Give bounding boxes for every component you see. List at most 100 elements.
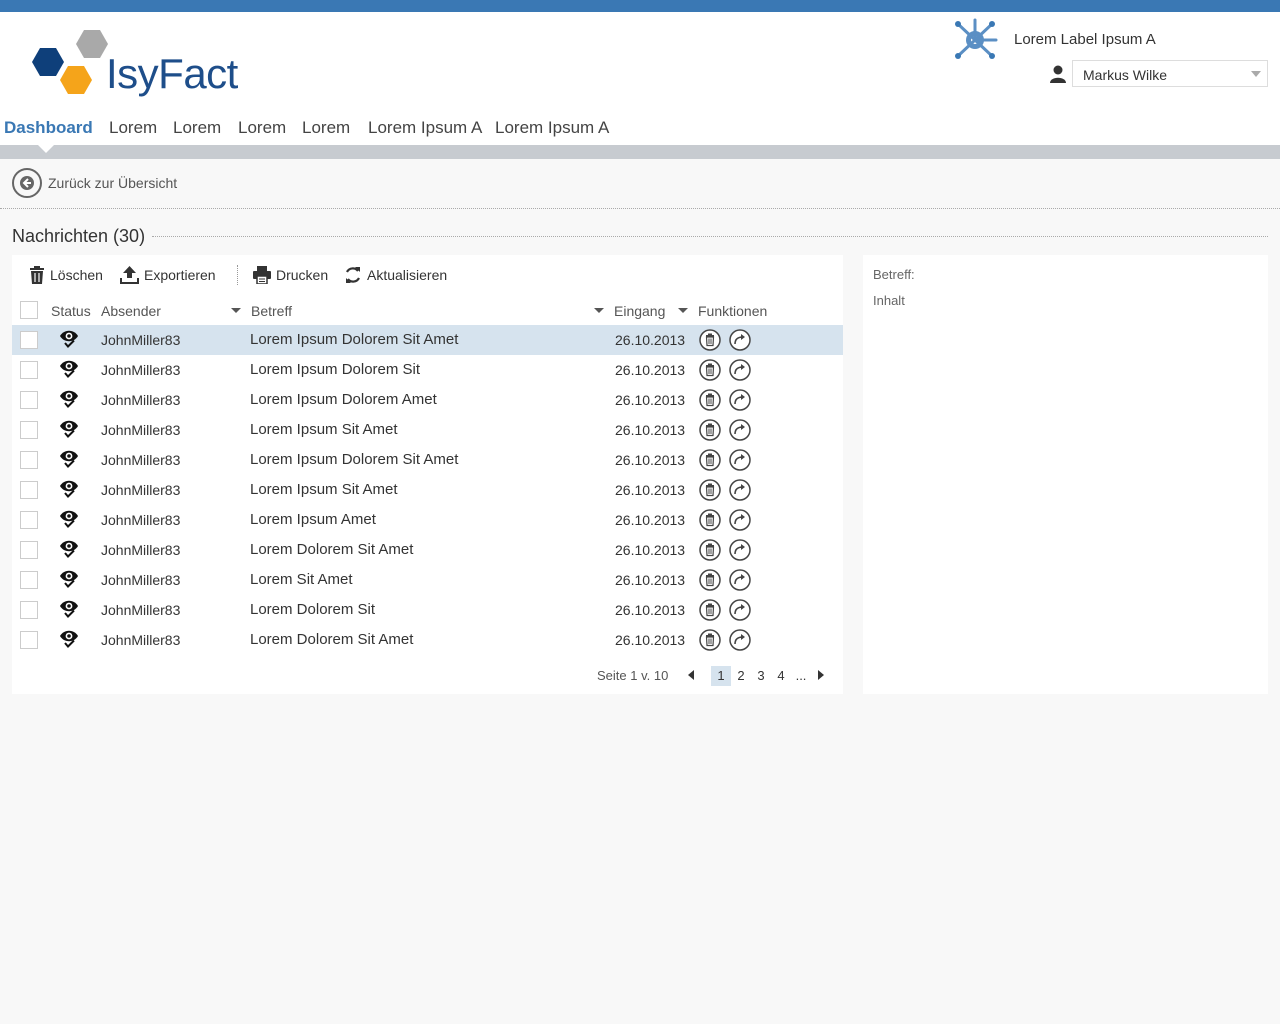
delete-row-icon[interactable] xyxy=(699,629,721,651)
delete-row-icon[interactable] xyxy=(699,419,721,441)
row-sender: JohnMiller83 xyxy=(101,332,181,348)
detail-content-label: Inhalt xyxy=(873,293,905,308)
table-row[interactable]: JohnMiller83 Lorem Dolorem Sit Amet 26.10.… xyxy=(12,625,843,655)
row-sender: JohnMiller83 xyxy=(101,422,181,438)
back-link[interactable]: Zurück zur Übersicht xyxy=(12,168,177,198)
forward-row-icon[interactable] xyxy=(729,449,751,471)
forward-row-icon[interactable] xyxy=(729,599,751,621)
message-detail-panel: Betreff: Inhalt xyxy=(863,255,1268,694)
table-row[interactable]: JohnMiller83 Lorem Dolorem Sit 26.10.2013 xyxy=(12,595,843,625)
table-row[interactable]: JohnMiller83 Lorem Ipsum Dolorem Sit 26.10… xyxy=(12,355,843,385)
table-row[interactable]: JohnMiller83 Lorem Ipsum Amet 26.10.2013 xyxy=(12,505,843,535)
nav-item-lorem-2[interactable]: Lorem xyxy=(173,118,221,138)
app-logo-icon xyxy=(955,18,998,59)
row-subject: Lorem Dolorem Sit Amet xyxy=(250,631,414,648)
row-subject: Lorem Dolorem Sit xyxy=(250,601,376,618)
pager-prev-icon[interactable] xyxy=(687,670,695,680)
forward-row-icon[interactable] xyxy=(729,569,751,591)
export-button[interactable]: Exportieren xyxy=(120,263,216,287)
forward-row-icon[interactable] xyxy=(729,539,751,561)
column-header-subject[interactable]: Betreff xyxy=(251,303,292,319)
chevron-down-icon xyxy=(1251,71,1261,77)
select-all-checkbox[interactable] xyxy=(20,301,38,319)
pager-page-4[interactable]: 4 xyxy=(771,666,791,686)
nav-item-lorem-ipsum-2[interactable]: Lorem Ipsum A xyxy=(495,118,609,138)
read-status-icon xyxy=(59,630,79,651)
nav-item-lorem-4[interactable]: Lorem xyxy=(302,118,350,138)
row-subject: Lorem Sit Amet xyxy=(250,571,353,588)
pager-next-icon[interactable] xyxy=(817,670,825,680)
user-icon xyxy=(1050,65,1066,83)
nav-active-pointer xyxy=(38,145,54,153)
refresh-button[interactable]: Aktualisieren xyxy=(344,263,447,287)
forward-row-icon[interactable] xyxy=(729,389,751,411)
read-status-icon xyxy=(59,510,79,531)
delete-row-icon[interactable] xyxy=(699,479,721,501)
delete-row-icon[interactable] xyxy=(699,509,721,531)
row-checkbox[interactable] xyxy=(20,451,38,469)
table-row[interactable]: JohnMiller83 Lorem Dolorem Sit Amet 26.10.… xyxy=(12,535,843,565)
row-date: 26.10.2013 xyxy=(615,632,686,648)
message-list-panel: Löschen Exportieren Drucken Aktualisiere… xyxy=(12,255,843,694)
row-subject: Lorem Ipsum Sit Amet xyxy=(250,481,398,498)
nav-item-lorem-1[interactable]: Lorem xyxy=(109,118,157,138)
forward-row-icon[interactable] xyxy=(729,359,751,381)
pager-ellipsis: ... xyxy=(795,668,807,683)
delete-button[interactable]: Löschen xyxy=(29,263,103,287)
forward-row-icon[interactable] xyxy=(729,629,751,651)
forward-row-icon[interactable] xyxy=(729,419,751,441)
row-checkbox[interactable] xyxy=(20,361,38,379)
row-sender: JohnMiller83 xyxy=(101,512,181,528)
column-header-date[interactable]: Eingang xyxy=(614,303,665,319)
forward-row-icon[interactable] xyxy=(729,479,751,501)
table-row[interactable]: JohnMiller83 Lorem Ipsum Sit Amet 26.10.20… xyxy=(12,415,843,445)
row-date: 26.10.2013 xyxy=(615,392,686,408)
refresh-icon xyxy=(346,267,360,283)
row-checkbox[interactable] xyxy=(20,511,38,529)
table-row[interactable]: JohnMiller83 Lorem Ipsum Dolorem Sit Amet… xyxy=(12,325,843,355)
nav-item-dashboard[interactable]: Dashboard xyxy=(4,118,93,138)
row-checkbox[interactable] xyxy=(20,631,38,649)
delete-row-icon[interactable] xyxy=(699,389,721,411)
row-sender: JohnMiller83 xyxy=(101,392,181,408)
forward-row-icon[interactable] xyxy=(729,329,751,351)
column-header-status[interactable]: Status xyxy=(51,303,91,319)
pager-page-2[interactable]: 2 xyxy=(731,666,751,686)
nav-item-lorem-ipsum-1[interactable]: Lorem Ipsum A xyxy=(368,118,482,138)
sort-date-icon[interactable] xyxy=(678,308,688,313)
forward-row-icon[interactable] xyxy=(729,509,751,531)
column-header-sender[interactable]: Absender xyxy=(101,303,161,319)
section-title: Nachrichten (30) xyxy=(12,226,146,246)
toolbar: Löschen Exportieren Drucken Aktualisiere… xyxy=(12,263,843,287)
delete-row-icon[interactable] xyxy=(699,329,721,351)
sort-subject-icon[interactable] xyxy=(594,308,604,313)
table-row[interactable]: JohnMiller83 Lorem Ipsum Dolorem Sit Amet… xyxy=(12,445,843,475)
upload-icon xyxy=(120,266,139,284)
delete-row-icon[interactable] xyxy=(699,359,721,381)
delete-row-icon[interactable] xyxy=(699,569,721,591)
row-checkbox[interactable] xyxy=(20,541,38,559)
row-checkbox[interactable] xyxy=(20,391,38,409)
delete-label: Löschen xyxy=(50,267,103,283)
row-sender: JohnMiller83 xyxy=(101,362,181,378)
row-checkbox[interactable] xyxy=(20,601,38,619)
table-row[interactable]: JohnMiller83 Lorem Ipsum Dolorem Amet 26.1… xyxy=(12,385,843,415)
read-status-icon xyxy=(59,420,79,441)
delete-row-icon[interactable] xyxy=(699,599,721,621)
row-checkbox[interactable] xyxy=(20,331,38,349)
pager-page-1[interactable]: 1 xyxy=(711,666,731,686)
pager-page-3[interactable]: 3 xyxy=(751,666,771,686)
row-checkbox[interactable] xyxy=(20,421,38,439)
row-checkbox[interactable] xyxy=(20,481,38,499)
delete-row-icon[interactable] xyxy=(699,539,721,561)
row-checkbox[interactable] xyxy=(20,571,38,589)
print-button[interactable]: Drucken xyxy=(253,263,328,287)
row-date: 26.10.2013 xyxy=(615,572,686,588)
sort-sender-icon[interactable] xyxy=(231,308,241,313)
delete-row-icon[interactable] xyxy=(699,449,721,471)
user-select[interactable]: Markus Wilke xyxy=(1072,60,1268,87)
arrow-left-icon xyxy=(12,168,42,198)
table-row[interactable]: JohnMiller83 Lorem Ipsum Sit Amet 26.10.20… xyxy=(12,475,843,505)
table-row[interactable]: JohnMiller83 Lorem Sit Amet 26.10.2013 xyxy=(12,565,843,595)
nav-item-lorem-3[interactable]: Lorem xyxy=(238,118,286,138)
